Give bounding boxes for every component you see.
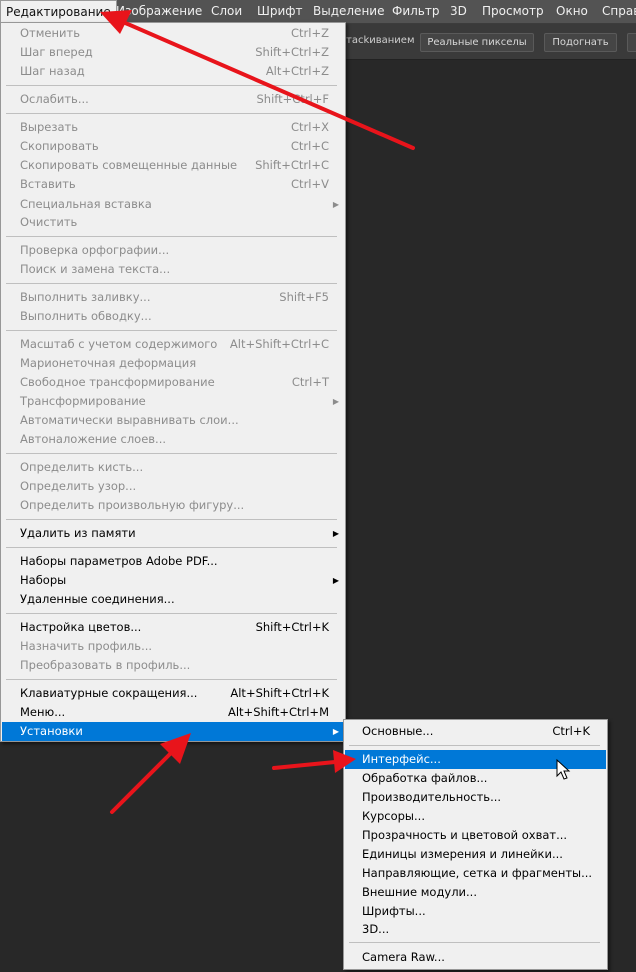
- menu-item-step-forward[interactable]: Шаг вперед Shift+Ctrl+Z: [2, 43, 344, 62]
- menu-type[interactable]: Шрифт: [252, 0, 308, 24]
- submenu-arrow-icon: ▶: [332, 397, 339, 406]
- menu-item-spell-check[interactable]: Проверка орфографии...: [2, 241, 344, 260]
- options-bar-button-partial[interactable]: [627, 33, 636, 52]
- menu-item-define-custom-shape[interactable]: Определить произвольную фигуру...: [2, 496, 344, 515]
- submenu-item-camera-raw[interactable]: Camera Raw...: [345, 948, 606, 967]
- submenu-item-interface[interactable]: Интерфейс...: [345, 750, 606, 769]
- menu-item-presets[interactable]: Наборы ▶: [2, 571, 344, 590]
- menu-item-auto-align-layers[interactable]: Автоматически выравнивать слои...: [2, 411, 344, 430]
- menu-item-copy-merged[interactable]: Скопировать совмещенные данные Shift+Ctrl…: [2, 156, 344, 175]
- menu-item-preferences[interactable]: Установки ▶: [2, 722, 344, 741]
- submenu-item-cursors[interactable]: Курсоры...: [345, 807, 606, 826]
- menu-item-cut[interactable]: Вырезать Ctrl+X: [2, 118, 344, 137]
- menu-item-adobe-pdf-presets[interactable]: Наборы параметров Adobe PDF...: [2, 552, 344, 571]
- menu-separator: [6, 330, 337, 331]
- menu-item-paste[interactable]: Вставить Ctrl+V: [2, 175, 344, 194]
- submenu-item-file-handling[interactable]: Обработка файлов...: [345, 769, 606, 788]
- options-bar: тасkиванием Реальные пикселы Подогнать: [346, 24, 636, 60]
- menu-item-define-pattern[interactable]: Определить узор...: [2, 477, 344, 496]
- menu-separator: [6, 679, 337, 680]
- menu-edit[interactable]: Редактирование: [0, 0, 117, 24]
- menu-item-color-settings[interactable]: Настройка цветов... Shift+Ctrl+K: [2, 618, 344, 637]
- preferences-submenu: Основные... Ctrl+K Интерфейс... Обработка…: [343, 719, 608, 970]
- menu-item-fade[interactable]: Ослабить... Shift+Ctrl+F: [2, 90, 344, 109]
- menu-layers[interactable]: Слои: [206, 0, 247, 24]
- menu-separator: [6, 547, 337, 548]
- submenu-arrow-icon: ▶: [332, 529, 339, 538]
- menu-separator: [349, 942, 600, 943]
- menu-window[interactable]: Окно: [551, 0, 593, 24]
- menu-item-purge[interactable]: Удалить из памяти ▶: [2, 524, 344, 543]
- menu-separator: [349, 745, 600, 746]
- submenu-item-transparency-gamut[interactable]: Прозрачность и цветовой охват...: [345, 826, 606, 845]
- menu-view[interactable]: Просмотр: [477, 0, 549, 24]
- menu-item-transform[interactable]: Трансформирование ▶: [2, 392, 344, 411]
- menu-item-fill[interactable]: Выполнить заливку... Shift+F5: [2, 288, 344, 307]
- menu-item-keyboard-shortcuts[interactable]: Клавиатурные сокращения... Alt+Shift+Ctrl…: [2, 684, 344, 703]
- menu-item-define-brush[interactable]: Определить кисть...: [2, 458, 344, 477]
- menu-separator: [6, 519, 337, 520]
- menu-item-remote-connections[interactable]: Удаленные соединения...: [2, 590, 344, 609]
- menu-item-assign-profile[interactable]: Назначить профиль...: [2, 637, 344, 656]
- submenu-item-general[interactable]: Основные... Ctrl+K: [345, 722, 606, 741]
- menu-image[interactable]: Изображение: [111, 0, 207, 24]
- menu-item-convert-to-profile[interactable]: Преобразовать в профиль...: [2, 656, 344, 675]
- submenu-arrow-icon: ▶: [332, 727, 339, 736]
- menu-item-puppet-warp[interactable]: Марионеточная деформация: [2, 354, 344, 373]
- menu-help[interactable]: Справ: [597, 0, 636, 24]
- submenu-item-plugins[interactable]: Внешние модули...: [345, 883, 606, 902]
- menu-item-paste-special[interactable]: Специальная вставка ▶: [2, 195, 344, 214]
- menu-item-clear[interactable]: Очистить: [2, 213, 344, 232]
- menu-separator: [6, 85, 337, 86]
- submenu-item-guides-grid-slices[interactable]: Направляющие, сетка и фрагменты...: [345, 864, 606, 883]
- fit-screen-button[interactable]: Подогнать: [544, 33, 617, 52]
- menu-item-undo[interactable]: Отменить Ctrl+Z: [2, 24, 344, 43]
- menu-filter[interactable]: Фильтр: [387, 0, 444, 24]
- menu-separator: [6, 283, 337, 284]
- submenu-item-type[interactable]: Шрифты...: [345, 902, 606, 921]
- menu-bar: Редактирование Изображение Слои Шрифт Вы…: [0, 0, 636, 24]
- menu-item-copy[interactable]: Скопировать Ctrl+C: [2, 137, 344, 156]
- menu-separator: [6, 236, 337, 237]
- menu-separator: [6, 453, 337, 454]
- menu-item-menus[interactable]: Меню... Alt+Shift+Ctrl+M: [2, 703, 344, 722]
- menu-select[interactable]: Выделение: [308, 0, 389, 24]
- menu-item-auto-blend-layers[interactable]: Автоналожение слоев...: [2, 430, 344, 449]
- edit-menu: Отменить Ctrl+Z Шаг вперед Shift+Ctrl+Z Ша…: [0, 22, 346, 742]
- submenu-item-units-rulers[interactable]: Единицы измерения и линейки...: [345, 845, 606, 864]
- menu-separator: [6, 113, 337, 114]
- annotation-arrow: [110, 733, 191, 814]
- submenu-item-performance[interactable]: Производительность...: [345, 788, 606, 807]
- menu-item-free-transform[interactable]: Свободное трансформирование Ctrl+T: [2, 373, 344, 392]
- menu-item-step-backward[interactable]: Шаг назад Alt+Ctrl+Z: [2, 62, 344, 81]
- options-bar-text: тасkиванием: [346, 35, 415, 46]
- submenu-arrow-icon: ▶: [332, 200, 339, 209]
- actual-pixels-button[interactable]: Реальные пикселы: [420, 33, 534, 52]
- menu-separator: [6, 613, 337, 614]
- menu-item-find-replace[interactable]: Поиск и замена текста...: [2, 260, 344, 279]
- menu-item-content-aware-scale[interactable]: Масштаб с учетом содержимого Alt+Shift+Ct…: [2, 335, 344, 354]
- menu-3d[interactable]: 3D: [445, 0, 472, 24]
- submenu-arrow-icon: ▶: [332, 576, 339, 585]
- menu-item-stroke[interactable]: Выполнить обводку...: [2, 307, 344, 326]
- submenu-item-3d[interactable]: 3D...: [345, 920, 606, 939]
